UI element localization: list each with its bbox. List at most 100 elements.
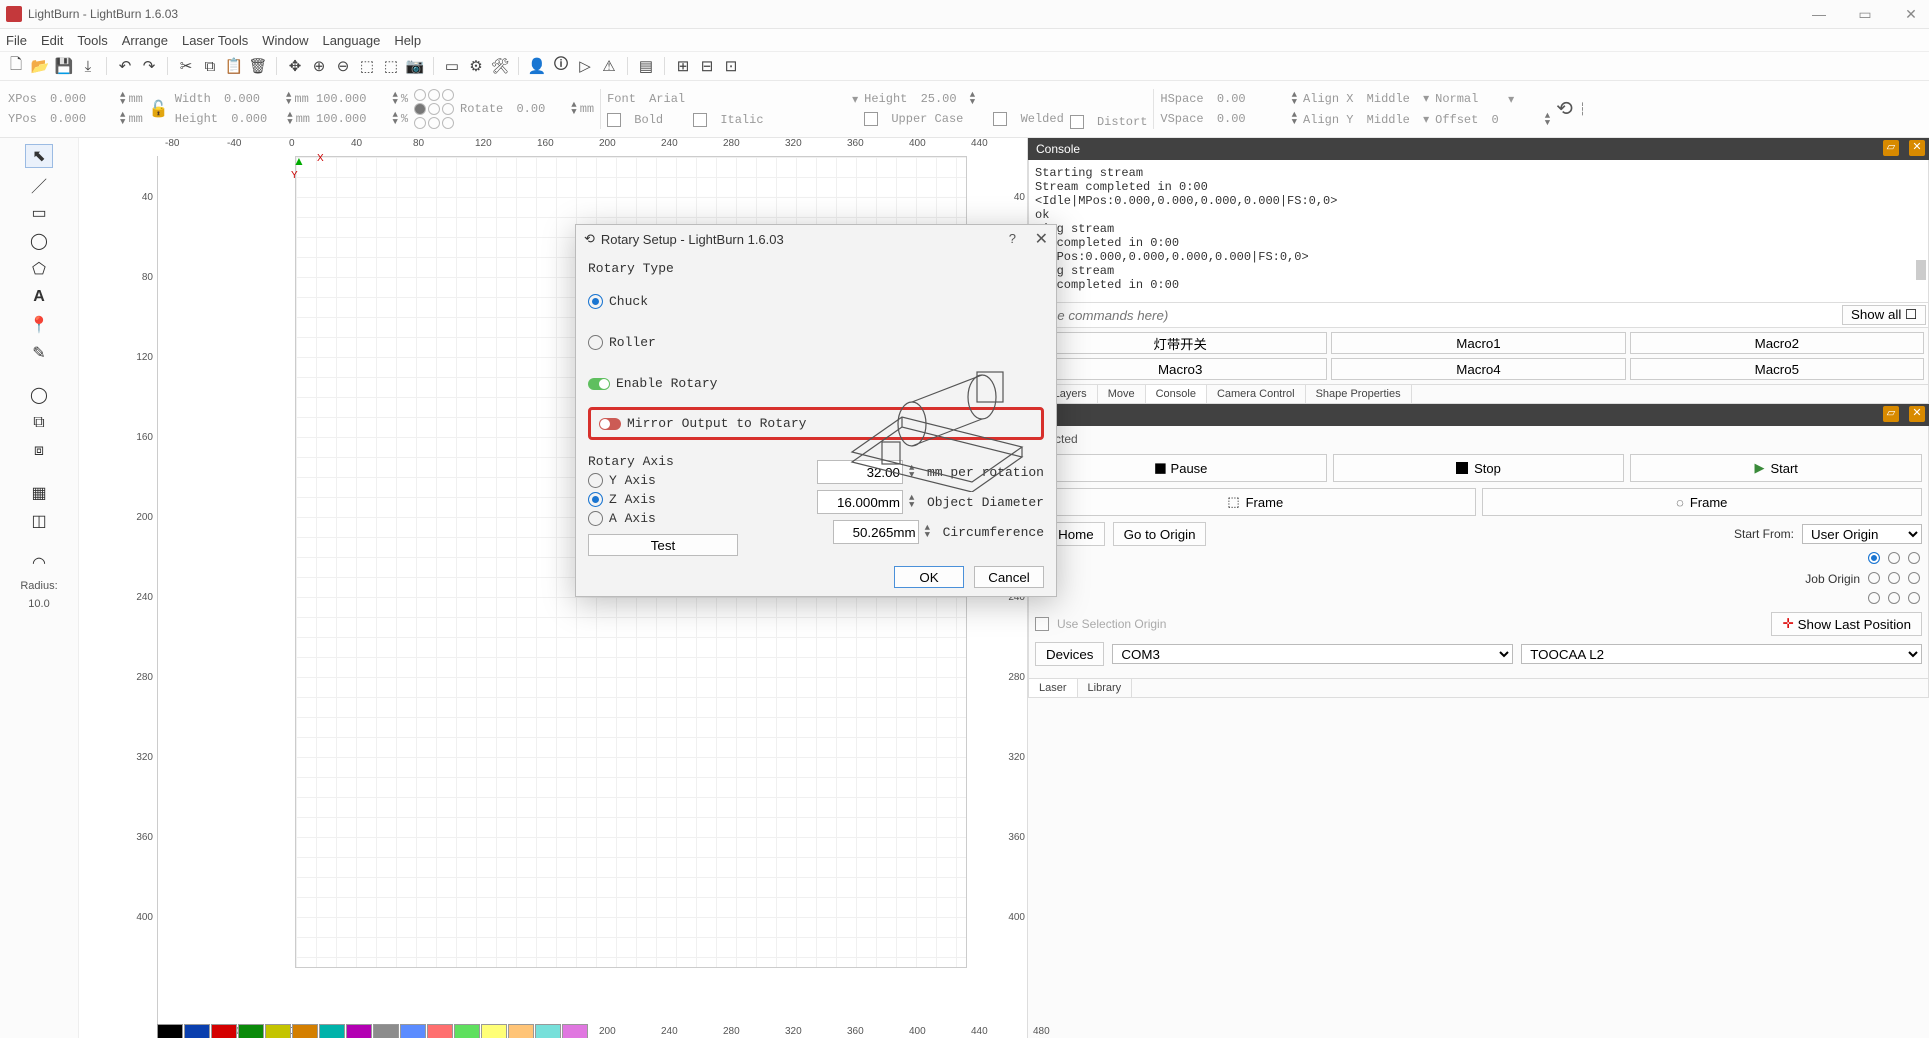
delete-icon[interactable]: 🗑	[248, 56, 268, 76]
color-swatch[interactable]	[454, 1024, 480, 1038]
origin-radio[interactable]	[1868, 552, 1880, 564]
macro-button[interactable]: Macro4	[1331, 358, 1625, 380]
chuck-radio[interactable]	[588, 294, 603, 309]
zaxis-radio[interactable]	[588, 492, 603, 507]
zoomsel-icon[interactable]: ⬚	[381, 56, 401, 76]
spin-icon[interactable]: ▲▼	[925, 525, 937, 539]
close-panel-icon[interactable]: ✕	[1909, 140, 1925, 156]
anchor-dot[interactable]	[414, 103, 426, 115]
ungroup-tool-icon[interactable]: ⧈	[26, 440, 52, 462]
frame-hull-button[interactable]: ◌Frame	[1482, 488, 1923, 516]
upper-switch[interactable]	[864, 112, 878, 126]
scrollbar-thumb[interactable]	[1916, 260, 1926, 280]
spin-icon[interactable]: ▲▼	[1292, 112, 1297, 126]
import-icon[interactable]: ⤓	[78, 56, 98, 76]
italic-switch[interactable]	[693, 113, 707, 127]
pan-icon[interactable]: ✥	[285, 56, 305, 76]
color-swatch[interactable]	[184, 1024, 210, 1038]
open-icon[interactable]: 📂	[30, 56, 50, 76]
color-swatch[interactable]	[535, 1024, 561, 1038]
color-swatch[interactable]	[211, 1024, 237, 1038]
port-select[interactable]: COM3	[1112, 644, 1513, 664]
settings-icon[interactable]: 🛠	[490, 56, 510, 76]
align2-tool-icon[interactable]: ◫	[26, 510, 52, 532]
menu-file[interactable]: File	[6, 33, 27, 48]
macro-button[interactable]: Macro5	[1630, 358, 1924, 380]
menu-lasertools[interactable]: Laser Tools	[182, 33, 248, 48]
zoomout-icon[interactable]: ⊖	[333, 56, 353, 76]
spin-icon[interactable]: ▲▼	[571, 102, 576, 116]
spin-icon[interactable]: ▲▼	[1545, 113, 1550, 127]
undock-icon[interactable]: ▱	[1883, 140, 1899, 156]
group-tool-icon[interactable]: ⧉	[26, 412, 52, 434]
test-button[interactable]: Test	[588, 534, 738, 556]
undo-icon[interactable]: ↶	[115, 56, 135, 76]
dropdown-icon[interactable]: ▾	[1423, 91, 1429, 106]
aaxis-radio[interactable]	[588, 511, 603, 526]
ellipse-tool-icon[interactable]: ◯	[26, 230, 52, 252]
dropdown-icon[interactable]: ▾	[852, 92, 858, 107]
console-output[interactable]: Starting streamStream completed in 0:00<…	[1028, 160, 1929, 303]
menu-window[interactable]: Window	[262, 33, 308, 48]
undock-icon[interactable]: ▱	[1883, 406, 1899, 422]
text-tool-icon[interactable]: A	[26, 286, 52, 308]
roller-radio[interactable]	[588, 335, 603, 350]
polygon-tool-icon[interactable]: ⬠	[26, 258, 52, 280]
origin-radio[interactable]	[1908, 592, 1920, 604]
dropdown-icon[interactable]: ▾	[1508, 92, 1514, 107]
arrange2-icon[interactable]: ⊟	[697, 56, 717, 76]
laser-header[interactable]: y ▱✕	[1028, 404, 1929, 426]
color-swatch[interactable]	[562, 1024, 588, 1038]
help-icon[interactable]: 🛈	[551, 56, 571, 76]
font-value[interactable]: Arial	[649, 92, 849, 106]
goto-origin-button[interactable]: Go to Origin	[1113, 522, 1207, 546]
dialog-titlebar[interactable]: ⟲ Rotary Setup - LightBurn 1.6.03 ? ✕	[576, 225, 1056, 253]
startfrom-select[interactable]: User Origin	[1802, 524, 1922, 544]
menu-edit[interactable]: Edit	[41, 33, 63, 48]
tab-library[interactable]: Library	[1078, 679, 1133, 697]
anchor-dot[interactable]	[414, 89, 426, 101]
devices-button[interactable]: Devices	[1035, 642, 1104, 666]
spin-icon[interactable]: ▲▼	[287, 112, 292, 126]
arrange1-icon[interactable]: ⊞	[673, 56, 693, 76]
color-swatch[interactable]	[373, 1024, 399, 1038]
tab-move[interactable]: Move	[1098, 385, 1146, 403]
zoomin-icon[interactable]: ⊕	[309, 56, 329, 76]
spin-icon[interactable]: ▲▼	[392, 92, 397, 106]
origin-radio[interactable]	[1868, 572, 1880, 584]
spin-icon[interactable]: ▲▼	[286, 92, 291, 106]
maximize-icon[interactable]: ▭	[1851, 6, 1879, 23]
dropdown-icon[interactable]: ▾	[1423, 112, 1429, 127]
origin-radio[interactable]	[1908, 552, 1920, 564]
color-swatch[interactable]	[400, 1024, 426, 1038]
tab-console[interactable]: Console	[1146, 385, 1207, 403]
macro-button[interactable]: Macro1	[1331, 332, 1625, 354]
close-panel-icon[interactable]: ✕	[1909, 406, 1925, 422]
pause-button[interactable]: ▮▮Pause	[1035, 454, 1327, 482]
spin-icon[interactable]: ▲▼	[120, 92, 125, 106]
object-diameter-input[interactable]	[817, 490, 903, 514]
welded-switch[interactable]	[993, 112, 1007, 126]
anchor-dot[interactable]	[414, 117, 426, 129]
origin-radio[interactable]	[1888, 572, 1900, 584]
menu-language[interactable]: Language	[322, 33, 380, 48]
more-icon[interactable]: ┆	[1579, 102, 1586, 117]
tab-shape-properties[interactable]: Shape Properties	[1306, 385, 1412, 403]
frame-button[interactable]: ⬚Frame	[1035, 488, 1476, 516]
origin-radio[interactable]	[1868, 592, 1880, 604]
color-swatch[interactable]	[481, 1024, 507, 1038]
color-swatch[interactable]	[157, 1024, 183, 1038]
menu-arrange[interactable]: Arrange	[122, 33, 168, 48]
spin-icon[interactable]: ▲▼	[392, 112, 397, 126]
arrange3-icon[interactable]: ⊡	[721, 56, 741, 76]
anchor-dot[interactable]	[428, 103, 440, 115]
tab-camera-control[interactable]: Camera Control	[1207, 385, 1306, 403]
select-tool-icon[interactable]: ⬉	[25, 144, 53, 168]
origin-radio[interactable]	[1888, 592, 1900, 604]
enable-rotary-toggle[interactable]	[588, 378, 610, 390]
radius-value[interactable]: 10.0	[28, 598, 49, 610]
device-select[interactable]: TOOCAA L2	[1521, 644, 1922, 664]
cut-icon[interactable]: ✂	[176, 56, 196, 76]
usesel-switch[interactable]	[1035, 617, 1049, 631]
zoomfit-icon[interactable]: ⬚	[357, 56, 377, 76]
